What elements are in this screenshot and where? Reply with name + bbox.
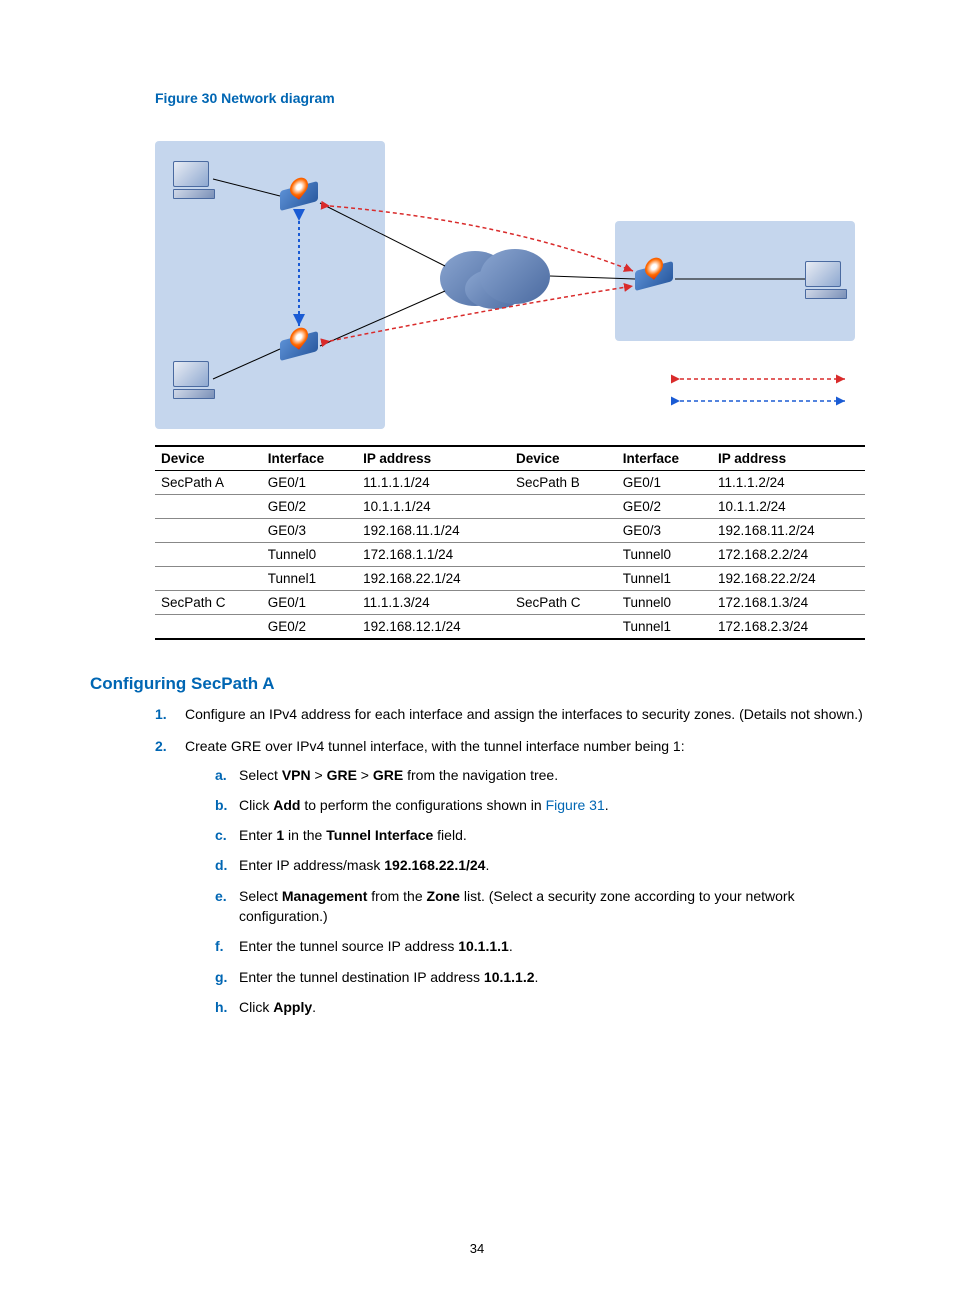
sub-step-marker: c. xyxy=(215,825,227,845)
sub-step-text: Enter 1 in the Tunnel Interface field. xyxy=(239,827,467,843)
table-cell: GE0/1 xyxy=(617,471,712,495)
sub-step-marker: d. xyxy=(215,855,227,875)
sub-step-marker: b. xyxy=(215,795,227,815)
table-row: GE0/210.1.1.1/24GE0/210.1.1.2/24 xyxy=(155,495,865,519)
step-item: 2. Create GRE over IPv4 tunnel interface,… xyxy=(155,736,864,1017)
table-cell: Tunnel1 xyxy=(617,615,712,640)
sub-step-marker: a. xyxy=(215,765,227,785)
sub-step-marker: h. xyxy=(215,997,227,1017)
ordered-steps: 1. Configure an IPv4 address for each int… xyxy=(90,704,864,1017)
table-cell: GE0/3 xyxy=(262,519,357,543)
table-cell xyxy=(510,567,617,591)
table-cell: 192.168.22.2/24 xyxy=(712,567,865,591)
pc-icon xyxy=(173,361,213,397)
table-cell: SecPath C xyxy=(510,591,617,615)
table-row: SecPath CGE0/111.1.1.3/24SecPath CTunnel… xyxy=(155,591,865,615)
page-number: 34 xyxy=(0,1241,954,1256)
table-cell: Tunnel0 xyxy=(617,591,712,615)
table-header: Device xyxy=(510,446,617,471)
table-cell: 192.168.12.1/24 xyxy=(357,615,510,640)
step-text: Configure an IPv4 address for each inter… xyxy=(185,706,863,722)
table-cell xyxy=(155,567,262,591)
table-row: GE0/2192.168.12.1/24 Tunnel1172.168.2.3/2… xyxy=(155,615,865,640)
table-cell: Tunnel0 xyxy=(262,543,357,567)
table-cell: 172.168.1.3/24 xyxy=(712,591,865,615)
table-cell: 11.1.1.2/24 xyxy=(712,471,865,495)
sub-step-marker: e. xyxy=(215,886,227,906)
sub-step-marker: f. xyxy=(215,936,224,956)
table-cell xyxy=(155,615,262,640)
table-cell: GE0/2 xyxy=(617,495,712,519)
table-cell xyxy=(510,543,617,567)
table-row: SecPath AGE0/111.1.1.1/24SecPath BGE0/11… xyxy=(155,471,865,495)
sub-step-item: b. Click Add to perform the configuration… xyxy=(215,795,864,815)
table-cell: GE0/1 xyxy=(262,591,357,615)
table-cell: 172.168.1.1/24 xyxy=(357,543,510,567)
step-marker: 1. xyxy=(155,704,167,724)
table-header: Interface xyxy=(262,446,357,471)
sub-step-text: Enter IP address/mask 192.168.22.1/24. xyxy=(239,857,489,873)
sub-step-text: Click Add to perform the configurations … xyxy=(239,797,609,813)
sub-step-item: d. Enter IP address/mask 192.168.22.1/24. xyxy=(215,855,864,875)
table-cell: GE0/1 xyxy=(262,471,357,495)
sub-step-item: h. Click Apply. xyxy=(215,997,864,1017)
table-cell: Tunnel1 xyxy=(617,567,712,591)
sub-step-item: f. Enter the tunnel source IP address 10.… xyxy=(215,936,864,956)
sub-step-item: g. Enter the tunnel destination IP addres… xyxy=(215,967,864,987)
sub-step-text: Enter the tunnel source IP address 10.1.… xyxy=(239,938,513,954)
table-header: Device xyxy=(155,446,262,471)
table-cell xyxy=(155,495,262,519)
cloud-icon xyxy=(440,241,550,311)
network-diagram xyxy=(155,131,865,431)
table-cell: SecPath B xyxy=(510,471,617,495)
table-cell: GE0/2 xyxy=(262,615,357,640)
table-header: Interface xyxy=(617,446,712,471)
table-cell: 192.168.11.1/24 xyxy=(357,519,510,543)
table-cell: GE0/3 xyxy=(617,519,712,543)
table-cell: 192.168.22.1/24 xyxy=(357,567,510,591)
sub-step-text: Select VPN > GRE > GRE from the navigati… xyxy=(239,767,558,783)
table-cell: SecPath C xyxy=(155,591,262,615)
table-cell: 11.1.1.3/24 xyxy=(357,591,510,615)
sub-step-text: Select Management from the Zone list. (S… xyxy=(239,888,795,924)
table-cell xyxy=(510,615,617,640)
table-cell xyxy=(155,519,262,543)
sub-step-text: Click Apply. xyxy=(239,999,316,1015)
interface-table: Device Interface IP address Device Inter… xyxy=(155,445,865,640)
table-cell: 192.168.11.2/24 xyxy=(712,519,865,543)
sub-step-text: Enter the tunnel destination IP address … xyxy=(239,969,538,985)
table-cell: Tunnel1 xyxy=(262,567,357,591)
table-header: IP address xyxy=(357,446,510,471)
table-cell: 10.1.1.1/24 xyxy=(357,495,510,519)
figure-caption: Figure 30 Network diagram xyxy=(155,90,864,106)
pc-icon xyxy=(805,261,845,297)
sub-steps: a. Select VPN > GRE > GRE from the naviga… xyxy=(185,765,864,1018)
pc-icon xyxy=(173,161,213,197)
step-marker: 2. xyxy=(155,736,167,756)
sub-step-item: c. Enter 1 in the Tunnel Interface field. xyxy=(215,825,864,845)
table-cell xyxy=(510,495,617,519)
table-cell xyxy=(155,543,262,567)
figure-link[interactable]: Figure 31 xyxy=(546,797,605,813)
table-cell: GE0/2 xyxy=(262,495,357,519)
table-cell: 172.168.2.3/24 xyxy=(712,615,865,640)
section-heading: Configuring SecPath A xyxy=(90,674,864,694)
table-row: Tunnel1192.168.22.1/24Tunnel1192.168.22.… xyxy=(155,567,865,591)
step-text: Create GRE over IPv4 tunnel interface, w… xyxy=(185,738,685,754)
table-cell: 10.1.1.2/24 xyxy=(712,495,865,519)
table-cell: 11.1.1.1/24 xyxy=(357,471,510,495)
sub-step-item: e. Select Management from the Zone list. … xyxy=(215,886,864,927)
table-header: IP address xyxy=(712,446,865,471)
table-row: Tunnel0172.168.1.1/24Tunnel0172.168.2.2/… xyxy=(155,543,865,567)
table-cell xyxy=(510,519,617,543)
sub-step-item: a. Select VPN > GRE > GRE from the naviga… xyxy=(215,765,864,785)
table-cell: 172.168.2.2/24 xyxy=(712,543,865,567)
table-row: GE0/3192.168.11.1/24GE0/3192.168.11.2/24 xyxy=(155,519,865,543)
sub-step-marker: g. xyxy=(215,967,227,987)
table-cell: SecPath A xyxy=(155,471,262,495)
table-cell: Tunnel0 xyxy=(617,543,712,567)
step-item: 1. Configure an IPv4 address for each int… xyxy=(155,704,864,724)
